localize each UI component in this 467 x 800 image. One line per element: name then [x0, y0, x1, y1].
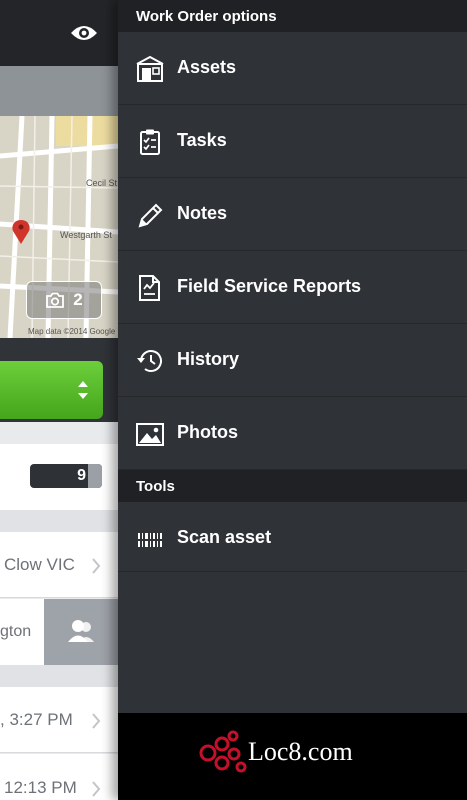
menu-item-assets[interactable]: Assets: [118, 32, 467, 105]
contact-avatar[interactable]: [44, 599, 118, 665]
counter-stub: [88, 464, 102, 488]
menu-item-history[interactable]: History: [118, 324, 467, 397]
address-text: Clow VIC: [4, 555, 75, 574]
assets-icon: [136, 56, 164, 82]
contact-text: gton: [0, 623, 32, 640]
section-separator: [0, 510, 118, 532]
app-root: Cecil St Westgarth St 2 Map data ©2014 G…: [0, 0, 467, 800]
background-topbar: [0, 0, 118, 66]
chevron-right-icon: [92, 713, 101, 729]
menu-label-tasks: Tasks: [177, 130, 227, 150]
menu-item-tasks[interactable]: Tasks: [118, 105, 467, 178]
people-icon: [68, 620, 94, 642]
menu-label-field-service-reports: Field Service Reports: [177, 276, 362, 296]
section-separator-2: [0, 665, 118, 687]
camera-icon: [46, 292, 65, 308]
chevron-right-icon: [92, 781, 101, 797]
menu-item-field-service-reports[interactable]: Field Service Reports: [118, 251, 467, 324]
loc8-logo: Loc8.com: [199, 730, 353, 773]
map-label-westgarth: Westgarth St: [60, 230, 112, 240]
counter-value: 9: [77, 467, 86, 484]
photo-icon: [136, 423, 164, 446]
photo-count-chip[interactable]: 2: [26, 281, 102, 319]
chevron-right-icon: [92, 558, 101, 574]
menu-item-photos[interactable]: Photos: [118, 397, 467, 470]
brand-wordmark: Loc8.com: [248, 737, 353, 766]
work-order-drawer: Work Order options Assets Tasks Notes Fi…: [118, 0, 467, 800]
eye-icon[interactable]: [70, 23, 98, 43]
clipboard-icon: [140, 129, 160, 155]
task-counter: 9: [30, 464, 102, 488]
pencil-icon: [138, 203, 163, 228]
background-strip: [0, 66, 118, 116]
history-icon: [137, 350, 162, 372]
menu-label-history: History: [177, 349, 240, 369]
menu-label-notes: Notes: [177, 203, 228, 223]
menu-label-scan-asset: Scan asset: [177, 527, 272, 547]
menu-item-notes[interactable]: Notes: [118, 178, 467, 251]
barcode-icon: [136, 533, 164, 547]
work-order-options-header: Work Order options: [118, 0, 467, 32]
timestamp-text-2: 12:13 PM: [4, 778, 77, 797]
photo-count: 2: [73, 290, 83, 309]
map-credit: Map data ©2014 Google: [28, 327, 116, 336]
tools-header: Tools: [118, 470, 467, 502]
map-label-cecil: Cecil St: [86, 178, 118, 188]
menu-item-scan-asset[interactable]: Scan asset: [118, 502, 467, 572]
menu-label-photos: Photos: [177, 422, 238, 442]
menu-label-assets: Assets: [177, 57, 237, 77]
timestamp-text-1: , 3:27 PM: [0, 710, 73, 729]
background-screen: Cecil St Westgarth St 2 Map data ©2014 G…: [0, 0, 118, 800]
updown-arrows-icon: [78, 381, 88, 399]
report-icon: [139, 275, 160, 301]
